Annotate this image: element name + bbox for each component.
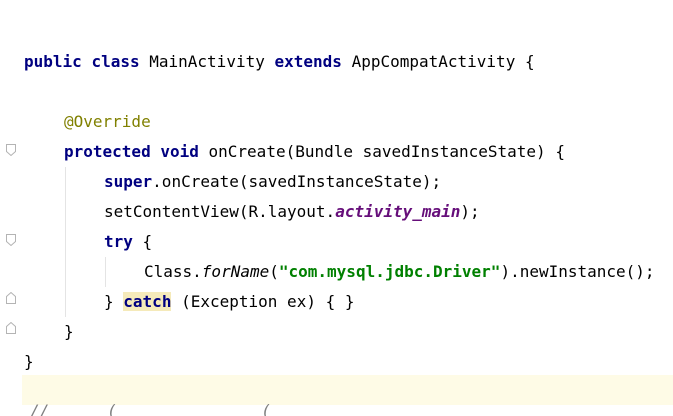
code-line-method-signature[interactable]: protected void onCreate(Bundle savedInst… bbox=[64, 137, 565, 167]
indent-guide bbox=[65, 167, 66, 317]
code-line-catch[interactable]: } catch (Exception ex) { } bbox=[104, 287, 354, 317]
fold-open-icon[interactable] bbox=[6, 234, 16, 246]
current-line-highlight bbox=[0, 375, 673, 405]
code-line-class-declaration[interactable]: public class MainActivity extends AppCom… bbox=[24, 47, 535, 77]
super-call-rest: .onCreate(savedInstanceState); bbox=[152, 172, 442, 191]
close-brace: } bbox=[24, 352, 34, 371]
open-brace: { bbox=[555, 142, 565, 161]
fold-close-icon[interactable] bbox=[6, 292, 16, 304]
keyword-protected: protected bbox=[64, 142, 151, 161]
keyword-catch: catch bbox=[123, 292, 172, 311]
fold-close-icon[interactable] bbox=[6, 322, 16, 334]
class-for-name-prefix: Class. bbox=[144, 262, 202, 281]
set-content-view-prefix: setContentView(R.layout. bbox=[104, 202, 336, 221]
method-signature: onCreate(Bundle savedInstanceState) bbox=[208, 142, 546, 161]
class-name: MainActivity bbox=[149, 52, 265, 71]
super-class-name: AppCompatActivity bbox=[351, 52, 516, 71]
new-instance-suffix: ).newInstance(); bbox=[500, 262, 655, 281]
code-line-set-content-view[interactable]: setContentView(R.layout.activity_main); bbox=[104, 197, 480, 227]
layout-field: activity_main bbox=[335, 202, 461, 221]
keyword-class: class bbox=[91, 52, 140, 71]
catch-rest: (Exception ex) { } bbox=[181, 292, 355, 311]
code-line-try[interactable]: try { bbox=[104, 227, 152, 257]
open-brace: { bbox=[524, 52, 535, 71]
keyword-public: public bbox=[24, 52, 82, 71]
keyword-try: try bbox=[104, 232, 133, 251]
driver-string-literal: "com.mysql.jdbc.Driver" bbox=[278, 262, 501, 281]
keyword-super: super bbox=[104, 172, 153, 191]
editor-gutter bbox=[0, 0, 22, 416]
override-annotation: @Override bbox=[64, 112, 151, 131]
code-editor[interactable]: public class MainActivity extends AppCom… bbox=[0, 0, 673, 416]
keyword-extends: extends bbox=[274, 52, 342, 71]
fold-open-icon[interactable] bbox=[6, 144, 16, 156]
indent-guide bbox=[105, 257, 106, 287]
static-method-for-name: forName bbox=[201, 262, 270, 281]
close-brace: } bbox=[64, 322, 74, 341]
code-line-method-close[interactable]: } bbox=[64, 317, 74, 347]
code-line-comment-cutoff: // ( ( bbox=[30, 404, 271, 416]
close-brace: } bbox=[104, 292, 114, 311]
set-content-view-suffix: ); bbox=[460, 202, 480, 221]
paren-open: ( bbox=[269, 262, 279, 281]
code-line-class-close[interactable]: } bbox=[24, 347, 34, 377]
code-line-class-for-name[interactable]: Class.forName("com.mysql.jdbc.Driver").n… bbox=[144, 257, 655, 287]
code-line-annotation[interactable]: @Override bbox=[64, 107, 151, 137]
open-brace: { bbox=[142, 232, 153, 251]
code-line-super-call[interactable]: super.onCreate(savedInstanceState); bbox=[104, 167, 441, 197]
keyword-void: void bbox=[160, 142, 199, 161]
